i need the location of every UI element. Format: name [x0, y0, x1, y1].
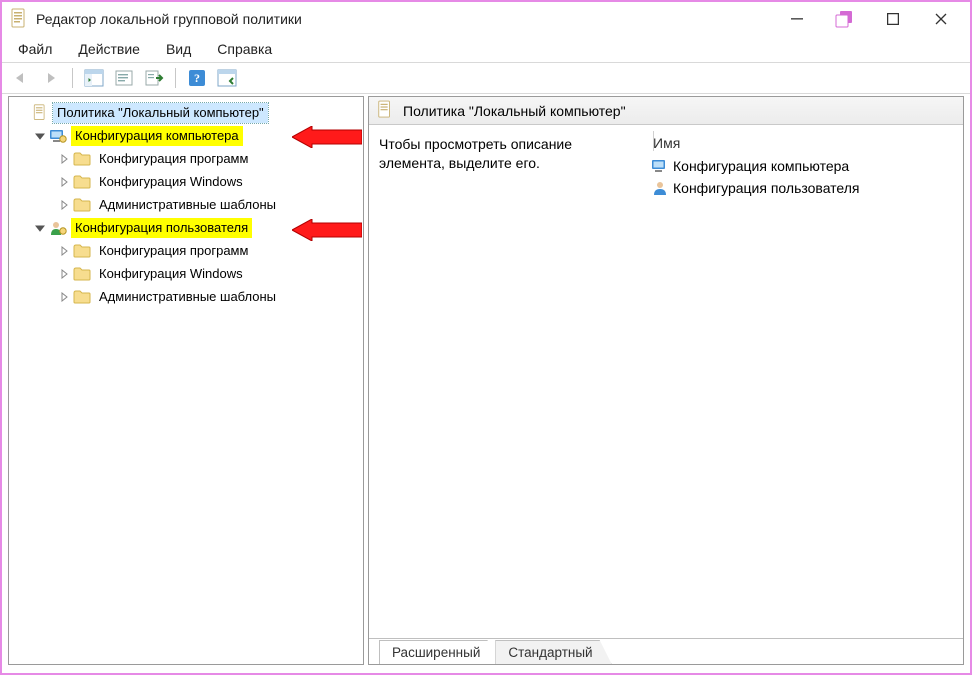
folder-icon	[73, 242, 91, 260]
details-header: Политика "Локальный компьютер"	[369, 97, 963, 125]
tab-extended[interactable]: Расширенный	[379, 640, 499, 664]
tree-windows-settings[interactable]: Конфигурация Windows	[9, 170, 363, 193]
expand-icon[interactable]	[57, 290, 71, 304]
menu-view[interactable]: Вид	[156, 38, 201, 60]
description-text: Чтобы просмотреть описание элемента, выд…	[379, 135, 649, 630]
folder-icon	[73, 288, 91, 306]
tab-label: Расширенный	[392, 645, 480, 660]
minimize-button[interactable]	[774, 5, 820, 33]
tree-user-config[interactable]: Конфигурация пользователя	[9, 216, 363, 239]
toolbar-separator	[72, 68, 73, 88]
tree-item-label: Административные шаблоны	[99, 197, 276, 212]
expand-icon[interactable]	[57, 244, 71, 258]
folder-icon	[73, 150, 91, 168]
titlebar: Редактор локальной групповой политики	[2, 2, 970, 36]
tab-label: Стандартный	[508, 645, 592, 660]
workspace: Политика "Локальный компьютер" Конфигура…	[2, 94, 970, 671]
user-icon	[651, 179, 669, 197]
collapse-icon[interactable]	[33, 221, 47, 235]
tree-root-label: Политика "Локальный компьютер"	[57, 105, 264, 120]
export-button[interactable]	[141, 66, 167, 90]
toolbar-separator	[175, 68, 176, 88]
maximize-button[interactable]	[870, 5, 916, 33]
forward-button[interactable]	[38, 66, 64, 90]
tree-item-label: Конфигурация Windows	[99, 266, 243, 281]
window-controls	[774, 5, 964, 33]
folder-icon	[73, 265, 91, 283]
tree-item-label: Конфигурация программ	[99, 151, 248, 166]
details-list: Имя Конфигурация компьютера Конфигурация…	[649, 135, 953, 630]
menubar: Файл Действие Вид Справка	[2, 36, 970, 62]
toolbar: ?	[2, 62, 970, 94]
tree-computer-config[interactable]: Конфигурация компьютера	[9, 124, 363, 147]
show-hide-tree-button[interactable]	[81, 66, 107, 90]
tree-item-label: Конфигурация программ	[99, 243, 248, 258]
expand-icon[interactable]	[57, 267, 71, 281]
tree-item-label: Конфигурация компьютера	[75, 128, 239, 143]
details-body: Чтобы просмотреть описание элемента, выд…	[369, 125, 963, 634]
policy-doc-icon	[31, 104, 49, 122]
list-item[interactable]: Конфигурация компьютера	[649, 155, 953, 177]
computer-icon	[651, 157, 669, 175]
overlay-icon	[822, 5, 868, 33]
tree-item-label: Административные шаблоны	[99, 289, 276, 304]
blank-twisty	[15, 106, 29, 120]
tree-software-settings[interactable]: Конфигурация программ	[9, 147, 363, 170]
tree-root[interactable]: Политика "Локальный компьютер"	[9, 101, 363, 124]
expand-icon[interactable]	[57, 175, 71, 189]
tree-windows-settings[interactable]: Конфигурация Windows	[9, 262, 363, 285]
collapse-icon[interactable]	[33, 129, 47, 143]
tab-standard[interactable]: Стандартный	[495, 640, 611, 664]
tree-item-label: Конфигурация Windows	[99, 174, 243, 189]
details-pane: Политика "Локальный компьютер" Чтобы про…	[368, 96, 964, 665]
tree-software-settings[interactable]: Конфигурация программ	[9, 239, 363, 262]
tree-pane: Политика "Локальный компьютер" Конфигура…	[8, 96, 364, 665]
list-item[interactable]: Конфигурация пользователя	[649, 177, 953, 199]
user-icon	[49, 219, 67, 237]
filter-button[interactable]	[214, 66, 240, 90]
tree-item-label: Конфигурация пользователя	[75, 220, 248, 235]
window-title: Редактор локальной групповой политики	[36, 11, 774, 27]
tabs-strip: Расширенный Стандартный	[369, 634, 963, 664]
column-header-name[interactable]: Имя	[649, 135, 953, 155]
computer-icon	[49, 127, 67, 145]
list-item-label: Конфигурация пользователя	[673, 180, 860, 196]
expand-icon[interactable]	[57, 198, 71, 212]
policy-doc-icon	[377, 100, 395, 122]
menu-file[interactable]: Файл	[8, 38, 62, 60]
policy-tree: Политика "Локальный компьютер" Конфигура…	[9, 99, 363, 310]
expand-icon[interactable]	[57, 152, 71, 166]
help-button[interactable]: ?	[184, 66, 210, 90]
svg-text:?: ?	[194, 71, 200, 85]
tabs-divider	[369, 638, 963, 639]
menu-action[interactable]: Действие	[68, 38, 150, 60]
back-button[interactable]	[8, 66, 34, 90]
properties-button[interactable]	[111, 66, 137, 90]
tree-admin-templates[interactable]: Административные шаблоны	[9, 193, 363, 216]
list-item-label: Конфигурация компьютера	[673, 158, 849, 174]
close-button[interactable]	[918, 5, 964, 33]
folder-icon	[73, 196, 91, 214]
folder-icon	[73, 173, 91, 191]
details-header-title: Политика "Локальный компьютер"	[403, 103, 626, 119]
tree-admin-templates[interactable]: Административные шаблоны	[9, 285, 363, 308]
menu-help[interactable]: Справка	[207, 38, 282, 60]
app-icon	[10, 8, 28, 30]
